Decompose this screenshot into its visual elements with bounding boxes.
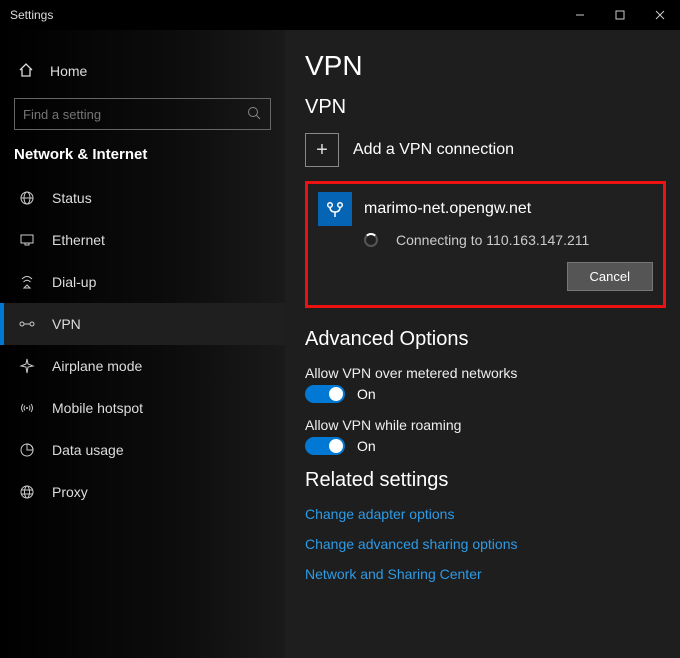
sidebar-item-label: Mobile hotspot bbox=[52, 400, 143, 416]
maximize-button[interactable] bbox=[600, 0, 640, 30]
link-advanced-sharing[interactable]: Change advanced sharing options bbox=[305, 536, 666, 552]
main-panel: VPN VPN + Add a VPN connection marimo-ne… bbox=[285, 30, 680, 658]
sidebar-item-status[interactable]: Status bbox=[0, 177, 285, 219]
ethernet-icon bbox=[18, 232, 36, 248]
sidebar-item-airplane[interactable]: Airplane mode bbox=[0, 345, 285, 387]
sidebar-item-vpn[interactable]: VPN bbox=[0, 303, 285, 345]
related-heading: Related settings bbox=[305, 469, 666, 492]
cancel-button[interactable]: Cancel bbox=[567, 262, 653, 291]
page-title: VPN bbox=[305, 50, 666, 82]
sidebar-item-datausage[interactable]: Data usage bbox=[0, 429, 285, 471]
vpn-badge-icon bbox=[318, 192, 352, 226]
dialup-icon bbox=[18, 274, 36, 290]
search-wrap bbox=[14, 98, 271, 130]
add-vpn-button[interactable]: + Add a VPN connection bbox=[305, 133, 666, 167]
option-label: Allow VPN over metered networks bbox=[305, 365, 666, 381]
sidebar-item-label: VPN bbox=[52, 316, 81, 332]
titlebar: Settings bbox=[0, 0, 680, 30]
home-label: Home bbox=[50, 63, 87, 79]
sidebar-item-hotspot[interactable]: Mobile hotspot bbox=[0, 387, 285, 429]
airplane-icon bbox=[18, 358, 36, 374]
sidebar-item-ethernet[interactable]: Ethernet bbox=[0, 219, 285, 261]
close-button[interactable] bbox=[640, 0, 680, 30]
sidebar-item-label: Airplane mode bbox=[52, 358, 142, 374]
search-icon bbox=[247, 106, 261, 125]
section-heading: Network & Internet bbox=[0, 146, 285, 177]
advanced-heading: Advanced Options bbox=[305, 328, 666, 351]
window-controls bbox=[560, 0, 680, 30]
sidebar-item-label: Ethernet bbox=[52, 232, 105, 248]
sidebar-item-label: Proxy bbox=[52, 484, 88, 500]
toggle-state: On bbox=[357, 438, 376, 454]
toggle-metered[interactable] bbox=[305, 385, 345, 403]
proxy-icon bbox=[18, 484, 36, 500]
spinner-icon bbox=[364, 233, 378, 247]
link-network-sharing-center[interactable]: Network and Sharing Center bbox=[305, 566, 666, 582]
home-nav[interactable]: Home bbox=[0, 50, 285, 92]
vpn-icon bbox=[18, 316, 36, 332]
add-vpn-label: Add a VPN connection bbox=[353, 141, 514, 159]
section-heading-vpn: VPN bbox=[305, 96, 666, 119]
option-roaming: Allow VPN while roaming On bbox=[305, 417, 666, 455]
home-icon bbox=[18, 62, 34, 81]
globe-icon bbox=[18, 190, 36, 206]
connection-status: Connecting to 110.163.147.211 bbox=[396, 232, 589, 248]
datausage-icon bbox=[18, 442, 36, 458]
sidebar-item-label: Data usage bbox=[52, 442, 124, 458]
minimize-button[interactable] bbox=[560, 0, 600, 30]
plus-icon: + bbox=[305, 133, 339, 167]
toggle-state: On bbox=[357, 386, 376, 402]
window-title: Settings bbox=[10, 8, 53, 22]
connection-name: marimo-net.opengw.net bbox=[364, 200, 531, 218]
search-input[interactable] bbox=[14, 98, 271, 130]
option-label: Allow VPN while roaming bbox=[305, 417, 666, 433]
sidebar: Home Network & Internet Status Ethernet bbox=[0, 30, 285, 658]
sidebar-item-dialup[interactable]: Dial-up bbox=[0, 261, 285, 303]
option-metered: Allow VPN over metered networks On bbox=[305, 365, 666, 403]
link-adapter-options[interactable]: Change adapter options bbox=[305, 506, 666, 522]
hotspot-icon bbox=[18, 400, 36, 416]
sidebar-item-label: Dial-up bbox=[52, 274, 96, 290]
vpn-connection-card[interactable]: marimo-net.opengw.net Connecting to 110.… bbox=[305, 181, 666, 308]
sidebar-item-label: Status bbox=[52, 190, 92, 206]
sidebar-item-proxy[interactable]: Proxy bbox=[0, 471, 285, 513]
toggle-roaming[interactable] bbox=[305, 437, 345, 455]
